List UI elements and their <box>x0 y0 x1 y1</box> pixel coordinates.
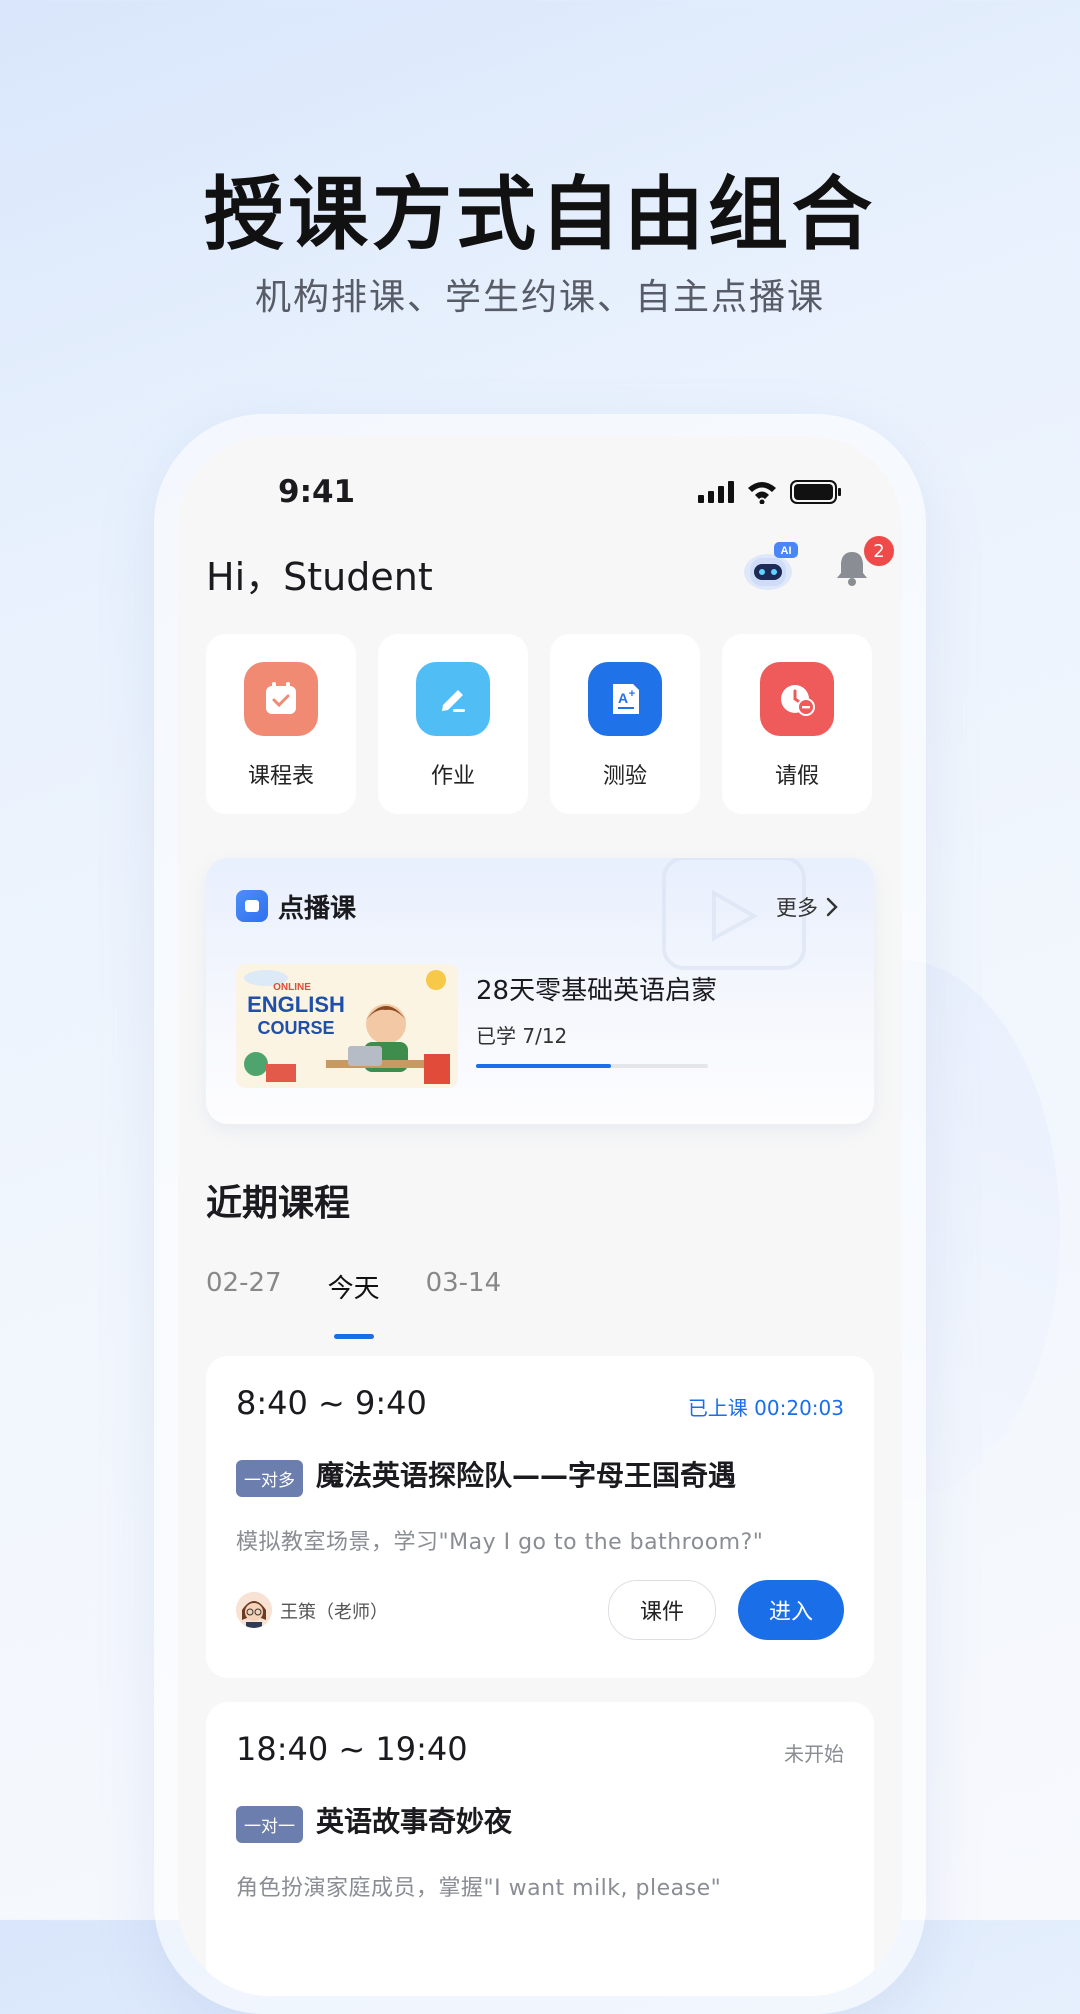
courseware-button[interactable]: 课件 <box>608 1580 716 1640</box>
video-icon <box>236 890 268 922</box>
vod-progress-bar <box>476 1064 708 1068</box>
lesson-time: 8:40 ~ 9:40 <box>236 1384 427 1422</box>
course-thumbnail[interactable]: ONLINE ENGLISH COURSE <box>236 964 458 1088</box>
lesson-status: 已上课 00:20:03 <box>687 1396 844 1420</box>
quick-action-label: 测验 <box>602 764 647 789</box>
quick-action-homework[interactable]: 作业 <box>378 634 528 814</box>
quiz-grade-icon: A + <box>588 662 662 736</box>
svg-text:+: + <box>629 688 635 700</box>
lesson-card[interactable]: 8:40 ~ 9:40 已上课 00:20:03 一对多 魔法英语探险队——字母… <box>206 1356 874 1678</box>
thumb-line-3: COURSE <box>257 1018 334 1038</box>
teacher-name: 王策（老师） <box>280 1602 388 1623</box>
quick-action-label: 课程表 <box>247 764 314 789</box>
pen-edit-icon <box>416 662 490 736</box>
lesson-description: 模拟教室场景，学习"May I go to the bathroom?" <box>236 1530 764 1555</box>
vod-course-name[interactable]: 28天零基础英语启蒙 <box>476 970 717 1007</box>
status-icons <box>698 480 842 504</box>
greeting: Hi，Student <box>206 555 433 599</box>
lesson-time: 18:40 ~ 19:40 <box>236 1730 468 1768</box>
quick-action-leave[interactable]: 请假 <box>722 634 872 814</box>
lesson-status: 未开始 <box>784 1742 844 1766</box>
quick-action-label: 作业 <box>430 764 475 789</box>
signal-icon <box>698 481 734 503</box>
vod-more-link[interactable]: 更多 <box>776 892 838 922</box>
phone-screen: 9:41 Hi，Student AI 2 课程表 作业 A + 测验 请假 点播… <box>178 436 902 1996</box>
enter-class-button[interactable]: 进入 <box>738 1580 844 1640</box>
quick-action-schedule[interactable]: 课程表 <box>206 634 356 814</box>
tab-date-prev[interactable]: 02-27 <box>206 1268 282 1305</box>
clock-leave-icon <box>760 662 834 736</box>
svg-text:A: A <box>618 690 628 706</box>
lesson-type-badge: 一对多 <box>236 1460 303 1497</box>
promo-subtitle: 机构排课、学生约课、自主点播课 <box>254 277 825 318</box>
ai-badge-label: AI <box>781 545 792 557</box>
vod-course-progress-text: 已学 7/12 <box>476 1024 568 1048</box>
promo-title: 授课方式自由组合 <box>204 168 876 261</box>
vod-title: 点播课 <box>278 894 357 924</box>
recent-section-title: 近期课程 <box>206 1183 351 1224</box>
quick-actions: 课程表 作业 A + 测验 请假 <box>206 634 872 814</box>
lesson-description: 角色扮演家庭成员，掌握"I want milk, please" <box>236 1876 722 1901</box>
notification-badge: 2 <box>862 534 896 568</box>
wifi-icon <box>748 482 776 504</box>
tab-today[interactable]: 今天 <box>328 1268 380 1339</box>
battery-icon <box>790 480 841 504</box>
thumb-line-2: ENGLISH <box>247 992 345 1017</box>
lesson-card[interactable]: 18:40 ~ 19:40 未开始 一对一 英语故事奇妙夜 角色扮演家庭成员，掌… <box>206 1702 874 1996</box>
ai-assistant-icon[interactable]: AI <box>740 540 800 594</box>
lesson-name: 魔法英语探险队——字母王国奇遇 <box>316 1459 737 1492</box>
vod-more-label: 更多 <box>776 896 818 920</box>
vod-card: 点播课 更多 ONLINE ENGLISH COURSE 28天零基础英语启蒙 … <box>206 858 874 1124</box>
teacher-avatar <box>236 1592 272 1628</box>
vod-progress-fill <box>476 1064 612 1068</box>
chevron-right-icon <box>826 897 838 917</box>
lesson-name: 英语故事奇妙夜 <box>316 1805 513 1838</box>
date-tabs: 02-27 今天 03-14 <box>206 1268 502 1339</box>
tab-date-next[interactable]: 03-14 <box>426 1268 502 1305</box>
status-time: 9:41 <box>278 474 356 510</box>
calendar-check-icon <box>244 662 318 736</box>
quick-action-quiz[interactable]: A + 测验 <box>550 634 700 814</box>
lesson-type-badge: 一对一 <box>236 1806 303 1843</box>
quick-action-label: 请假 <box>774 764 819 789</box>
